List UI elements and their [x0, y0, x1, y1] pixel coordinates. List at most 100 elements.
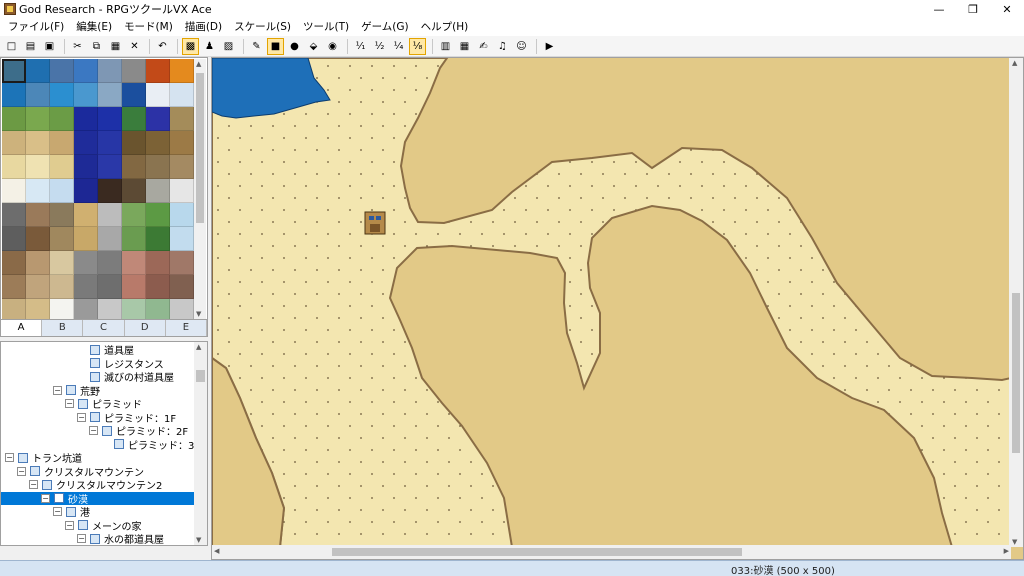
tile[interactable] — [170, 107, 194, 131]
copy-icon[interactable]: ⧉ — [88, 38, 105, 55]
tile[interactable] — [146, 155, 170, 179]
character-generator-icon[interactable]: ☺ — [513, 38, 530, 55]
collapse-icon[interactable]: − — [65, 520, 74, 530]
map-tree-scrollbar[interactable]: ▲ ▼ — [194, 342, 207, 545]
tile[interactable] — [74, 227, 98, 251]
tileset-scroll-thumb[interactable] — [196, 73, 204, 223]
tile[interactable] — [170, 83, 194, 107]
script-editor-icon[interactable]: ✍ — [475, 38, 492, 55]
tile[interactable] — [98, 59, 122, 83]
new-project-icon[interactable]: □ — [3, 38, 20, 55]
scale-1-4-icon[interactable]: ¹⁄₄ — [390, 38, 407, 55]
tile[interactable] — [170, 275, 194, 299]
tile[interactable] — [122, 179, 146, 203]
map-tree-item[interactable]: − 砂漠 — [1, 491, 195, 506]
paste-icon[interactable]: ▦ — [107, 38, 124, 55]
tile[interactable] — [50, 203, 74, 227]
event-mode-icon[interactable]: ♟ — [201, 38, 218, 55]
scale-1-8-icon[interactable]: ¹⁄₈ — [409, 37, 426, 55]
map-canvas[interactable]: ▲ ▼ ◀ ▶ — [211, 57, 1024, 560]
scroll-down-arrow-icon[interactable]: ▼ — [196, 536, 201, 544]
tile[interactable] — [26, 299, 50, 319]
collapse-icon[interactable]: − — [41, 493, 50, 503]
menu-tools[interactable]: ツール(T) — [297, 18, 355, 36]
tile[interactable] — [50, 131, 74, 155]
tileset-scrollbar[interactable]: ▲ ▼ — [194, 59, 206, 319]
tile[interactable] — [50, 275, 74, 299]
tile[interactable] — [26, 251, 50, 275]
tile[interactable] — [50, 155, 74, 179]
scroll-up-arrow-icon[interactable]: ▲ — [1012, 59, 1017, 67]
region-mode-icon[interactable]: ▨ — [220, 38, 237, 55]
tile[interactable] — [122, 107, 146, 131]
tile[interactable] — [74, 275, 98, 299]
collapse-icon[interactable]: − — [77, 534, 86, 543]
tile[interactable] — [74, 155, 98, 179]
tile[interactable] — [2, 107, 26, 131]
tile[interactable] — [170, 131, 194, 155]
sound-test-icon[interactable]: ♫ — [494, 38, 511, 55]
scroll-right-arrow-icon[interactable]: ▶ — [1004, 547, 1009, 555]
scroll-down-arrow-icon[interactable]: ▼ — [1012, 538, 1017, 546]
tile[interactable] — [2, 131, 26, 155]
collapse-icon[interactable]: − — [17, 466, 26, 476]
database-icon[interactable]: ▥ — [437, 38, 454, 55]
tab-c[interactable]: C — [83, 320, 125, 336]
tile[interactable] — [2, 83, 26, 107]
desert-map[interactable] — [212, 58, 1011, 547]
minimize-button[interactable]: — — [922, 0, 956, 18]
tile[interactable] — [98, 83, 122, 107]
tile[interactable] — [122, 299, 146, 319]
tile[interactable] — [2, 179, 26, 203]
tile[interactable] — [98, 107, 122, 131]
tile[interactable] — [74, 107, 98, 131]
menu-edit[interactable]: 編集(E) — [70, 18, 118, 36]
tile[interactable] — [50, 179, 74, 203]
undo-icon[interactable]: ↶ — [154, 38, 171, 55]
collapse-icon[interactable]: − — [53, 507, 62, 516]
scroll-up-arrow-icon[interactable]: ▲ — [196, 60, 201, 68]
tile[interactable] — [2, 275, 26, 299]
tile[interactable] — [2, 251, 26, 275]
tile[interactable] — [74, 131, 98, 155]
map-vertical-scrollbar[interactable]: ▲ ▼ — [1009, 58, 1023, 547]
map-tree-item[interactable]: − クリスタルマウンテン — [1, 465, 144, 479]
menu-file[interactable]: ファイル(F) — [2, 18, 70, 36]
collapse-icon[interactable]: − — [65, 399, 74, 408]
tile[interactable] — [50, 251, 74, 275]
menu-game[interactable]: ゲーム(G) — [355, 18, 415, 36]
tile[interactable] — [2, 299, 26, 319]
tile[interactable] — [122, 227, 146, 251]
tile[interactable] — [2, 59, 26, 83]
tile[interactable] — [146, 83, 170, 107]
tile[interactable] — [122, 155, 146, 179]
tile[interactable] — [170, 251, 194, 275]
menu-mode[interactable]: モード(M) — [118, 18, 179, 36]
tile[interactable] — [26, 155, 50, 179]
tile[interactable] — [98, 155, 122, 179]
save-project-icon[interactable]: ▣ — [41, 38, 58, 55]
map-tree-item[interactable]: 滅びの村道具屋 — [1, 370, 174, 384]
cut-icon[interactable]: ✂ — [69, 38, 86, 55]
tile[interactable] — [74, 179, 98, 203]
shadow-pen-icon[interactable]: ◉ — [324, 38, 341, 55]
tile[interactable] — [122, 275, 146, 299]
map-mode-icon[interactable]: ▩ — [182, 37, 199, 55]
tile[interactable] — [50, 59, 74, 83]
tile[interactable] — [170, 227, 194, 251]
tile[interactable] — [26, 203, 50, 227]
tile[interactable] — [146, 227, 170, 251]
map-tree-item[interactable]: − ピラミッド — [1, 397, 142, 411]
tile[interactable] — [74, 299, 98, 319]
tile[interactable] — [146, 203, 170, 227]
map-vertical-scroll-thumb[interactable] — [1012, 293, 1020, 453]
resource-manager-icon[interactable]: ▦ — [456, 38, 473, 55]
collapse-icon[interactable]: − — [53, 385, 62, 395]
map-tree-item[interactable]: 道具屋 — [1, 343, 134, 357]
map-tree-item[interactable]: − ピラミッド：1F — [1, 411, 176, 425]
collapse-icon[interactable]: − — [5, 453, 14, 462]
tile[interactable] — [74, 251, 98, 275]
tile[interactable] — [146, 131, 170, 155]
tile[interactable] — [98, 275, 122, 299]
tile[interactable] — [50, 227, 74, 251]
